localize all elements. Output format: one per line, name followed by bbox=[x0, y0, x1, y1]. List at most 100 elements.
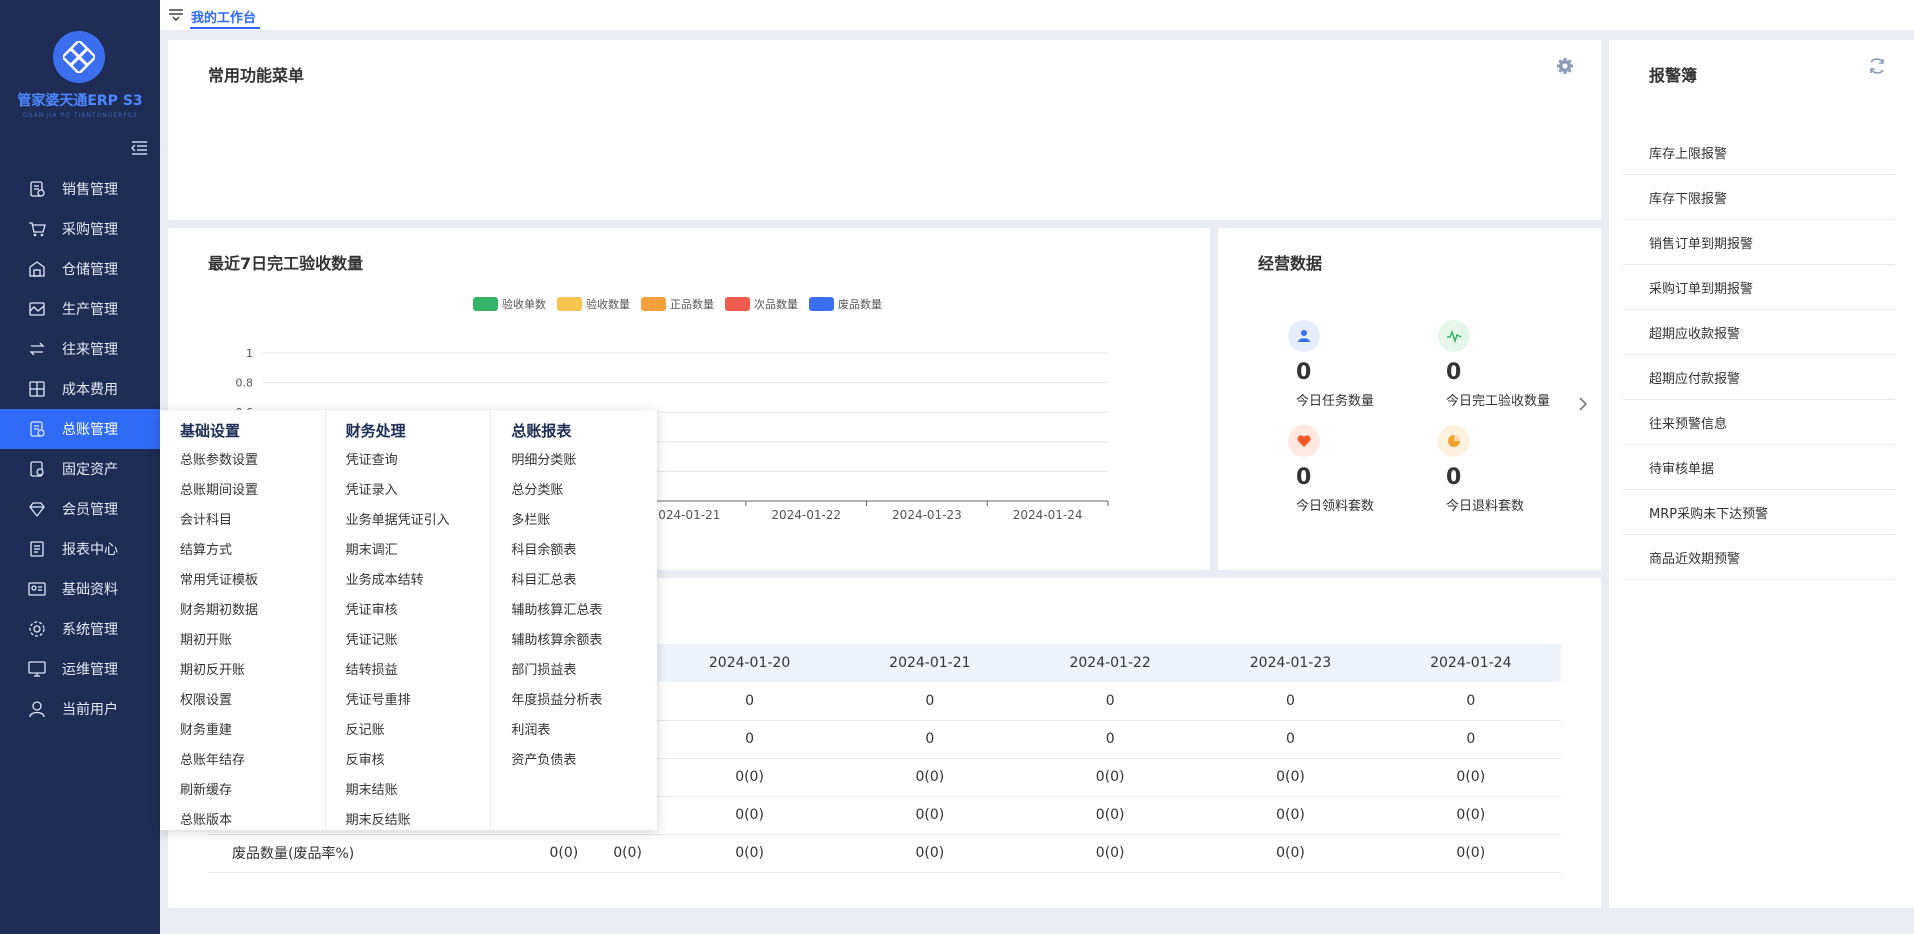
sidebar-item-11[interactable]: 系统管理 bbox=[0, 609, 160, 649]
sidebar-item-6[interactable]: 总账管理 bbox=[0, 409, 160, 449]
dropdown-menu-item[interactable]: 刷新缓存 bbox=[180, 776, 325, 806]
dropdown-menu-item[interactable]: 明细分类账 bbox=[511, 446, 657, 476]
menu-filter-icon[interactable] bbox=[168, 8, 184, 22]
sidebar-item-7[interactable]: 固定资产 bbox=[0, 449, 160, 489]
dropdown-menu-item[interactable]: 会计科目 bbox=[180, 506, 325, 536]
user-icon bbox=[29, 701, 45, 718]
dropdown-column-0: 基础设置 总账参数设置 总账期间设置 会计科目 结算方式 常用凭证模板 财务期初数据 期初开账… bbox=[160, 410, 326, 830]
dropdown-menu-item[interactable]: 总账版本 bbox=[180, 806, 325, 836]
sidebar-item-1[interactable]: 采购管理 bbox=[0, 209, 160, 249]
dropdown-menu-item[interactable]: 部门损益表 bbox=[511, 656, 657, 686]
monitor-icon bbox=[28, 661, 46, 677]
dropdown-menu-item[interactable]: 财务期初数据 bbox=[180, 596, 325, 626]
dropdown-menu-item[interactable]: 凭证记账 bbox=[346, 626, 491, 656]
sidebar-item-3[interactable]: 生产管理 bbox=[0, 289, 160, 329]
ops-label: 今日完工验收数量 bbox=[1446, 394, 1551, 409]
dropdown-menu-item[interactable]: 总账年结存 bbox=[180, 746, 325, 776]
table-cell: 0(0) bbox=[1200, 796, 1381, 835]
ops-label: 今日任务数量 bbox=[1296, 394, 1375, 409]
dropdown-menu-item[interactable]: 财务重建 bbox=[180, 716, 325, 746]
dropdown-menu-item[interactable]: 期末反结账 bbox=[346, 806, 491, 836]
dropdown-menu-item[interactable]: 辅助核算余额表 bbox=[511, 626, 657, 656]
sidebar-item-4[interactable]: 往来管理 bbox=[0, 329, 160, 369]
alarm-item-5[interactable]: 超期应付款报警 bbox=[1623, 355, 1895, 400]
dropdown-menu-item[interactable]: 权限设置 bbox=[180, 686, 325, 716]
dropdown-menu-item[interactable]: 总分类账 bbox=[511, 476, 657, 506]
alarm-item-8[interactable]: MRP采购未下达预警 bbox=[1623, 490, 1895, 535]
ops-label: 今日退料套数 bbox=[1446, 499, 1525, 514]
table-cell: 0 bbox=[839, 720, 1021, 759]
dropdown-menu-item[interactable]: 资产负债表 bbox=[511, 746, 657, 776]
sidebar-item-label: 固定资产 bbox=[62, 462, 118, 478]
sidebar-item-0[interactable]: 销售管理 bbox=[0, 169, 160, 209]
dropdown-menu-item[interactable]: 业务成本结转 bbox=[346, 566, 491, 596]
dropdown-menu-item[interactable]: 期末结账 bbox=[346, 776, 491, 806]
chevron-right-icon[interactable] bbox=[1576, 396, 1590, 412]
dropdown-menu-item[interactable]: 期初反开账 bbox=[180, 656, 325, 686]
gear-icon[interactable] bbox=[1556, 57, 1574, 75]
table-cell: 0 bbox=[1200, 720, 1381, 759]
table-row: 废品数量(废品率%) 0(0) 0(0) 0(0) 0(0) 0(0) 0(0) 0(0) bbox=[208, 834, 1561, 873]
dropdown-menu-item[interactable]: 结转损益 bbox=[346, 656, 491, 686]
alarm-item-4[interactable]: 超期应收款报警 bbox=[1623, 310, 1895, 355]
alarm-item-6[interactable]: 往来预警信息 bbox=[1623, 400, 1895, 445]
dropdown-menu-item[interactable]: 年度损益分析表 bbox=[511, 686, 657, 716]
dropdown-menu-item[interactable]: 常用凭证模板 bbox=[180, 566, 325, 596]
sidebar-item-label: 仓储管理 bbox=[62, 262, 118, 278]
dropdown-menu-item[interactable]: 辅助核算汇总表 bbox=[511, 596, 657, 626]
table-cell: 0(0) bbox=[839, 796, 1021, 835]
table-cell: 0(0) bbox=[1380, 834, 1561, 873]
sidebar-item-9[interactable]: 报表中心 bbox=[0, 529, 160, 569]
gear-icon bbox=[29, 621, 45, 637]
collapse-menu-icon[interactable] bbox=[130, 140, 148, 156]
alarm-item-1[interactable]: 库存下限报警 bbox=[1623, 175, 1895, 220]
dropdown-menu-item[interactable]: 利润表 bbox=[511, 716, 657, 746]
tab-workbench[interactable]: 我的工作台 bbox=[191, 7, 256, 26]
sidebar-item-label: 往来管理 bbox=[62, 342, 118, 358]
id-card-icon bbox=[28, 582, 46, 596]
logo-icon bbox=[53, 31, 105, 83]
dropdown-menu-item[interactable]: 反记账 bbox=[346, 716, 491, 746]
table-cell: 0(0) bbox=[659, 758, 840, 797]
dropdown-menu-item[interactable]: 总账参数设置 bbox=[180, 446, 325, 476]
alarm-item-9[interactable]: 商品近效期预警 bbox=[1623, 535, 1895, 580]
table-header-7: 2024-01-24 bbox=[1380, 644, 1561, 682]
diamond-icon bbox=[29, 502, 45, 518]
dropdown-menu-item[interactable]: 反审核 bbox=[346, 746, 491, 776]
dropdown-menu-item[interactable]: 业务单据凭证引入 bbox=[346, 506, 491, 536]
refresh-icon[interactable] bbox=[1868, 57, 1886, 75]
sidebar-item-12[interactable]: 运维管理 bbox=[0, 649, 160, 689]
dropdown-menu-item[interactable]: 凭证号重排 bbox=[346, 686, 491, 716]
table-cell: 0 bbox=[1380, 682, 1561, 721]
dropdown-menu-item[interactable]: 结算方式 bbox=[180, 536, 325, 566]
tab-active-indicator bbox=[190, 27, 260, 29]
sidebar-item-8[interactable]: 会员管理 bbox=[0, 489, 160, 529]
alarm-item-3[interactable]: 采购订单到期报警 bbox=[1623, 265, 1895, 310]
alarm-item-7[interactable]: 待审核单据 bbox=[1623, 445, 1895, 490]
dropdown-menu-item[interactable]: 科目汇总表 bbox=[511, 566, 657, 596]
table-cell: 0(0) bbox=[659, 834, 840, 873]
dropdown-menu-item[interactable]: 期初开账 bbox=[180, 626, 325, 656]
dropdown-menu-item[interactable]: 科目余额表 bbox=[511, 536, 657, 566]
alarm-item-0[interactable]: 库存上限报警 bbox=[1623, 130, 1895, 175]
ops-value: 0 bbox=[1296, 465, 1312, 490]
dropdown-column-2: 总账报表 明细分类账 总分类账 多栏账 科目余额表 科目汇总表 辅助核算汇总表 辅助核算余额表… bbox=[491, 410, 657, 830]
y-tick-label: 0.8 bbox=[236, 377, 254, 390]
table-cell: 0(0) bbox=[1200, 758, 1381, 797]
dropdown-menu-item[interactable]: 凭证审核 bbox=[346, 596, 491, 626]
dropdown-menu-item[interactable]: 凭证查询 bbox=[346, 446, 491, 476]
sidebar-item-5[interactable]: 成本费用 bbox=[0, 369, 160, 409]
sidebar-item-13[interactable]: 当前用户 bbox=[0, 689, 160, 729]
ledger-dropdown-menu: 基础设置 总账参数设置 总账期间设置 会计科目 结算方式 常用凭证模板 财务期初数据 期初开账… bbox=[160, 410, 657, 830]
table-cell: 0(0) bbox=[1020, 796, 1201, 835]
dropdown-menu-item[interactable]: 多栏账 bbox=[511, 506, 657, 536]
dropdown-menu-item[interactable]: 期末调汇 bbox=[346, 536, 491, 566]
alarm-panel: 报警簿 库存上限报警 库存下限报警 销售订单到期报警 采购订单到期报警 超期应收款报警超… bbox=[1609, 40, 1914, 908]
dropdown-menu-item[interactable]: 凭证录入 bbox=[346, 476, 491, 506]
common-menu-title: 常用功能菜单 bbox=[208, 66, 305, 85]
sidebar-item-10[interactable]: 基础资料 bbox=[0, 569, 160, 609]
alarm-item-2[interactable]: 销售订单到期报警 bbox=[1623, 220, 1895, 265]
table-cell: 0(0) bbox=[595, 834, 660, 873]
dropdown-menu-item[interactable]: 总账期间设置 bbox=[180, 476, 325, 506]
sidebar-item-2[interactable]: 仓储管理 bbox=[0, 249, 160, 289]
